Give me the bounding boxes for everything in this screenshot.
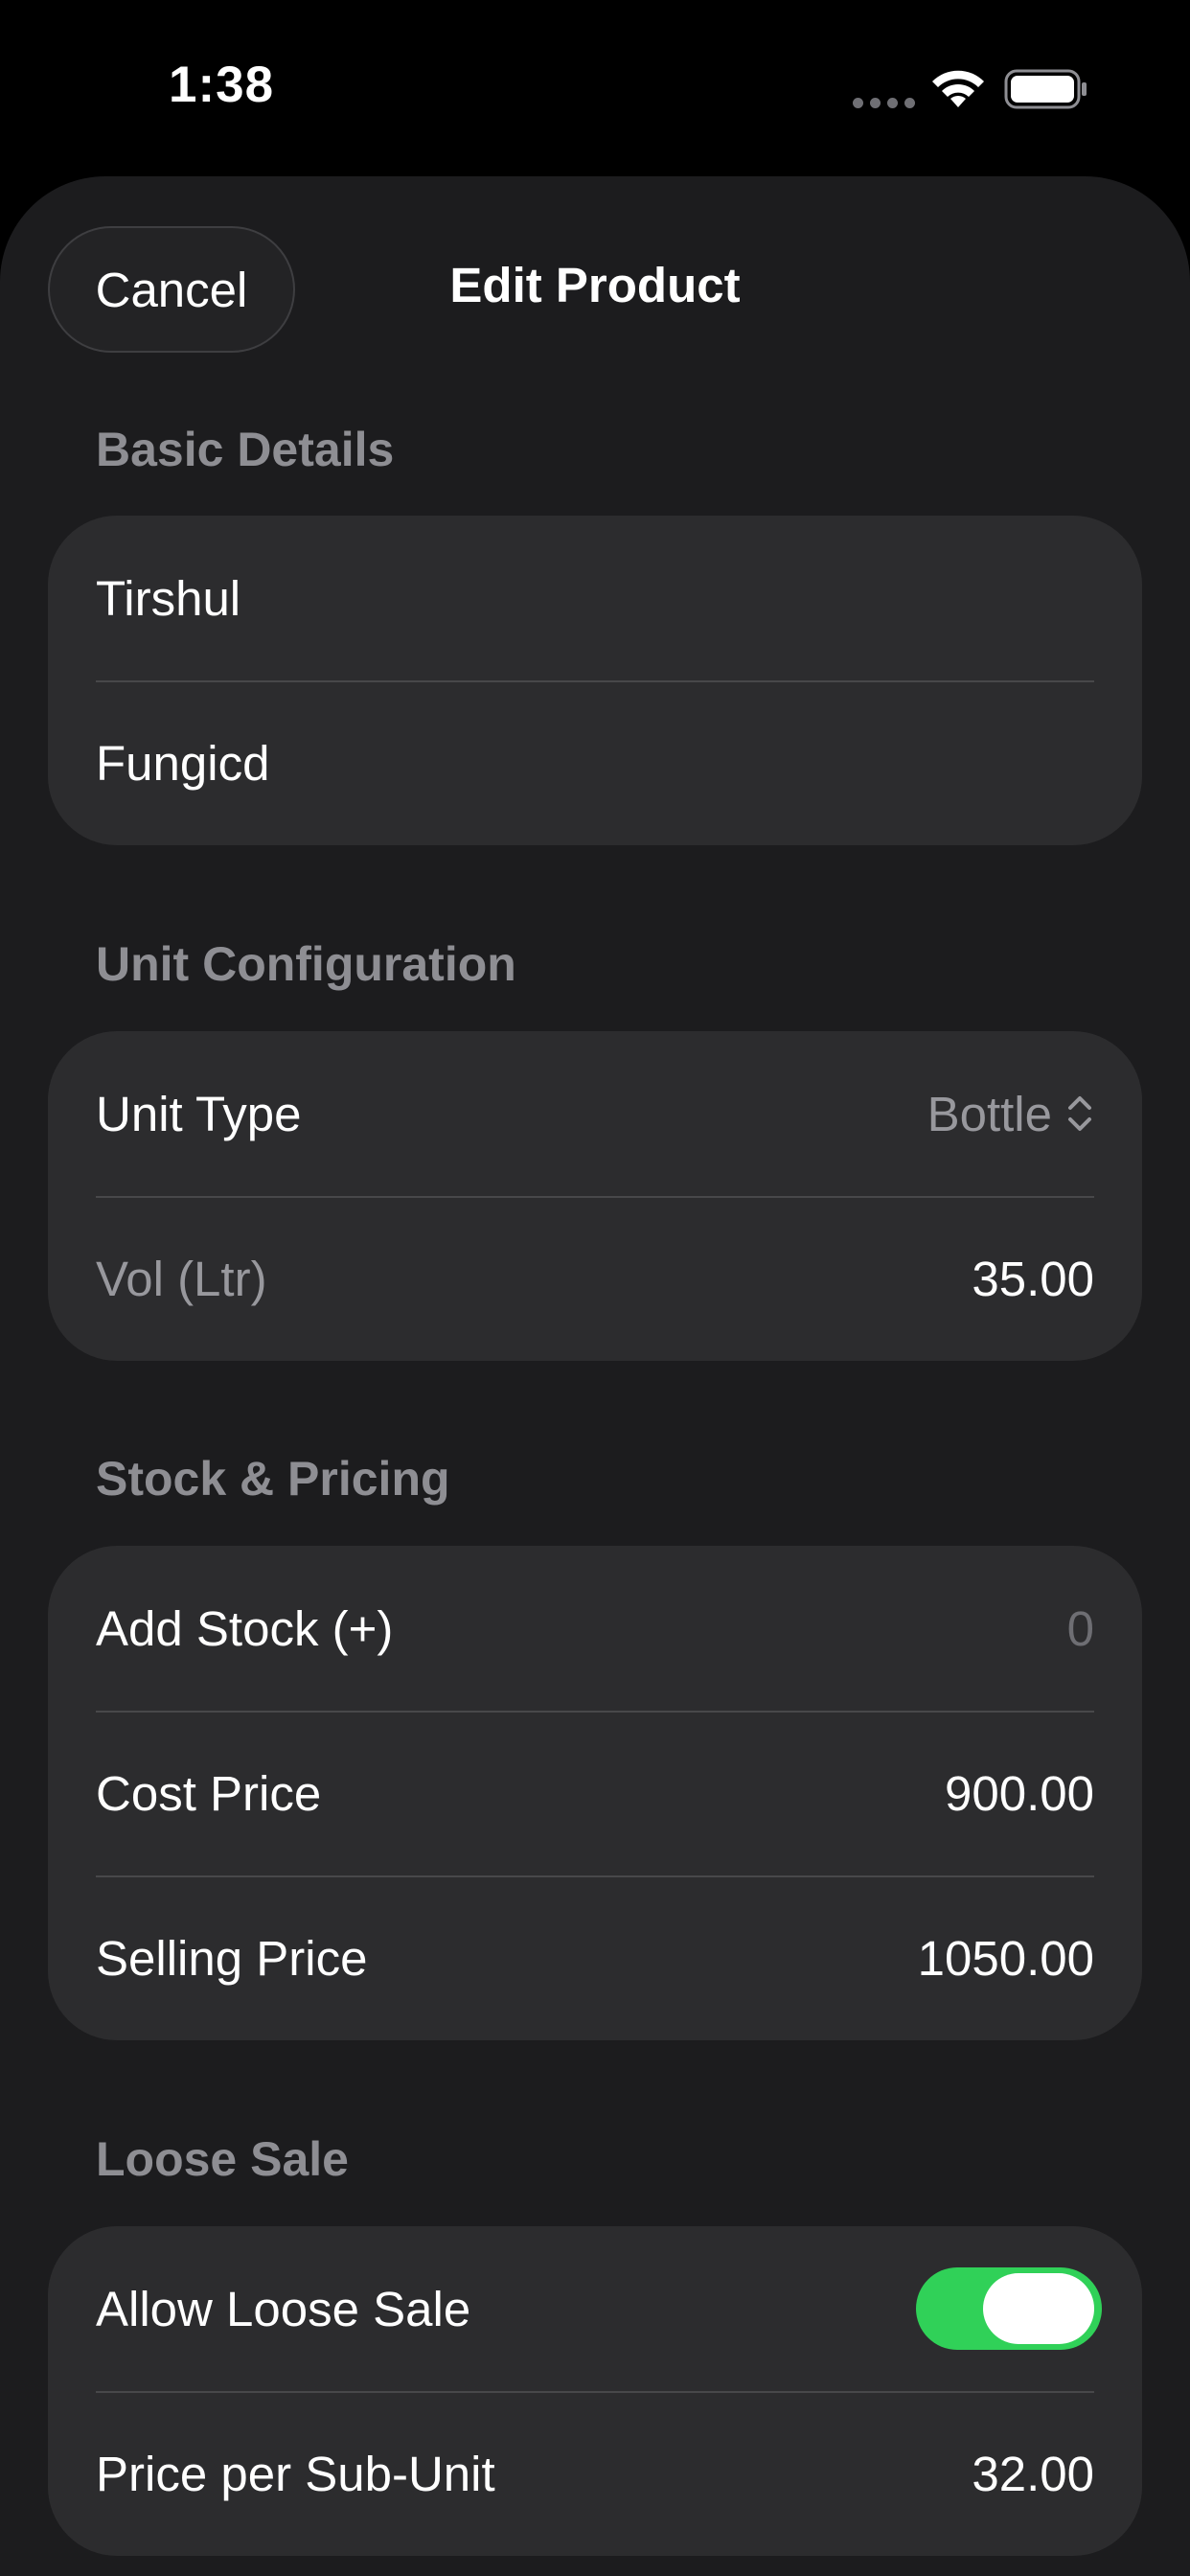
chevron-up-down-icon: [1068, 1096, 1091, 1131]
add-stock-label: Add Stock (+): [96, 1600, 394, 1656]
product-name-value: Tirshul: [96, 570, 241, 626]
unit-type-picker[interactable]: Bottle: [927, 1086, 1094, 1142]
selling-price-label: Selling Price: [96, 1930, 368, 1986]
unit-type-label: Unit Type: [96, 1086, 302, 1141]
unit-type-value: Bottle: [927, 1086, 1052, 1141]
product-category-value: Fungicd: [96, 735, 270, 791]
price-per-sub-unit-label: Price per Sub-Unit: [96, 2446, 495, 2501]
unit-configuration-group: Unit Type Bottle Vol (Ltr) 35.00: [48, 1031, 1142, 1361]
price-per-sub-unit-field[interactable]: Price per Sub-Unit 32.00: [48, 2391, 1142, 2556]
status-bar: 1:38: [0, 0, 1190, 178]
add-stock-placeholder: 0: [1066, 1600, 1094, 1656]
volume-value: 35.00: [972, 1251, 1094, 1306]
wifi-icon: [932, 70, 984, 107]
stock-pricing-group: Add Stock (+) 0 Cost Price 900.00 Sellin…: [48, 1546, 1142, 2040]
toggle-knob: [983, 2273, 1094, 2344]
unit-type-row[interactable]: Unit Type Bottle: [48, 1031, 1142, 1196]
sheet-title: Edit Product: [449, 258, 741, 312]
section-header-unit-configuration: Unit Configuration: [96, 937, 516, 991]
product-category-field[interactable]: Fungicd: [48, 680, 1142, 845]
allow-loose-sale-row: Allow Loose Sale: [48, 2226, 1142, 2391]
allow-loose-sale-toggle[interactable]: [916, 2267, 1102, 2350]
cellular-signal-icon: [853, 98, 915, 108]
price-per-sub-unit-value: 32.00: [972, 2446, 1094, 2501]
cost-price-value: 900.00: [945, 1765, 1094, 1821]
loose-sale-group: Allow Loose Sale Price per Sub-Unit 32.0…: [48, 2226, 1142, 2556]
status-time: 1:38: [169, 57, 275, 113]
cost-price-label: Cost Price: [96, 1765, 322, 1821]
selling-price-value: 1050.00: [917, 1930, 1094, 1986]
cost-price-field[interactable]: Cost Price 900.00: [48, 1711, 1142, 1875]
volume-label: Vol (Ltr): [96, 1251, 267, 1306]
allow-loose-sale-label: Allow Loose Sale: [96, 2281, 471, 2336]
add-stock-field[interactable]: Add Stock (+) 0: [48, 1546, 1142, 1711]
battery-icon: [1004, 69, 1087, 109]
basic-details-group: Tirshul Fungicd: [48, 516, 1142, 845]
volume-field[interactable]: Vol (Ltr) 35.00: [48, 1196, 1142, 1361]
section-header-stock-pricing: Stock & Pricing: [96, 1452, 450, 1506]
edit-product-sheet: Cancel Edit Product Basic Details Tirshu…: [0, 176, 1190, 2576]
section-header-basic-details: Basic Details: [96, 423, 395, 476]
product-name-field[interactable]: Tirshul: [48, 516, 1142, 680]
section-header-loose-sale: Loose Sale: [96, 2132, 349, 2186]
selling-price-field[interactable]: Selling Price 1050.00: [48, 1875, 1142, 2040]
